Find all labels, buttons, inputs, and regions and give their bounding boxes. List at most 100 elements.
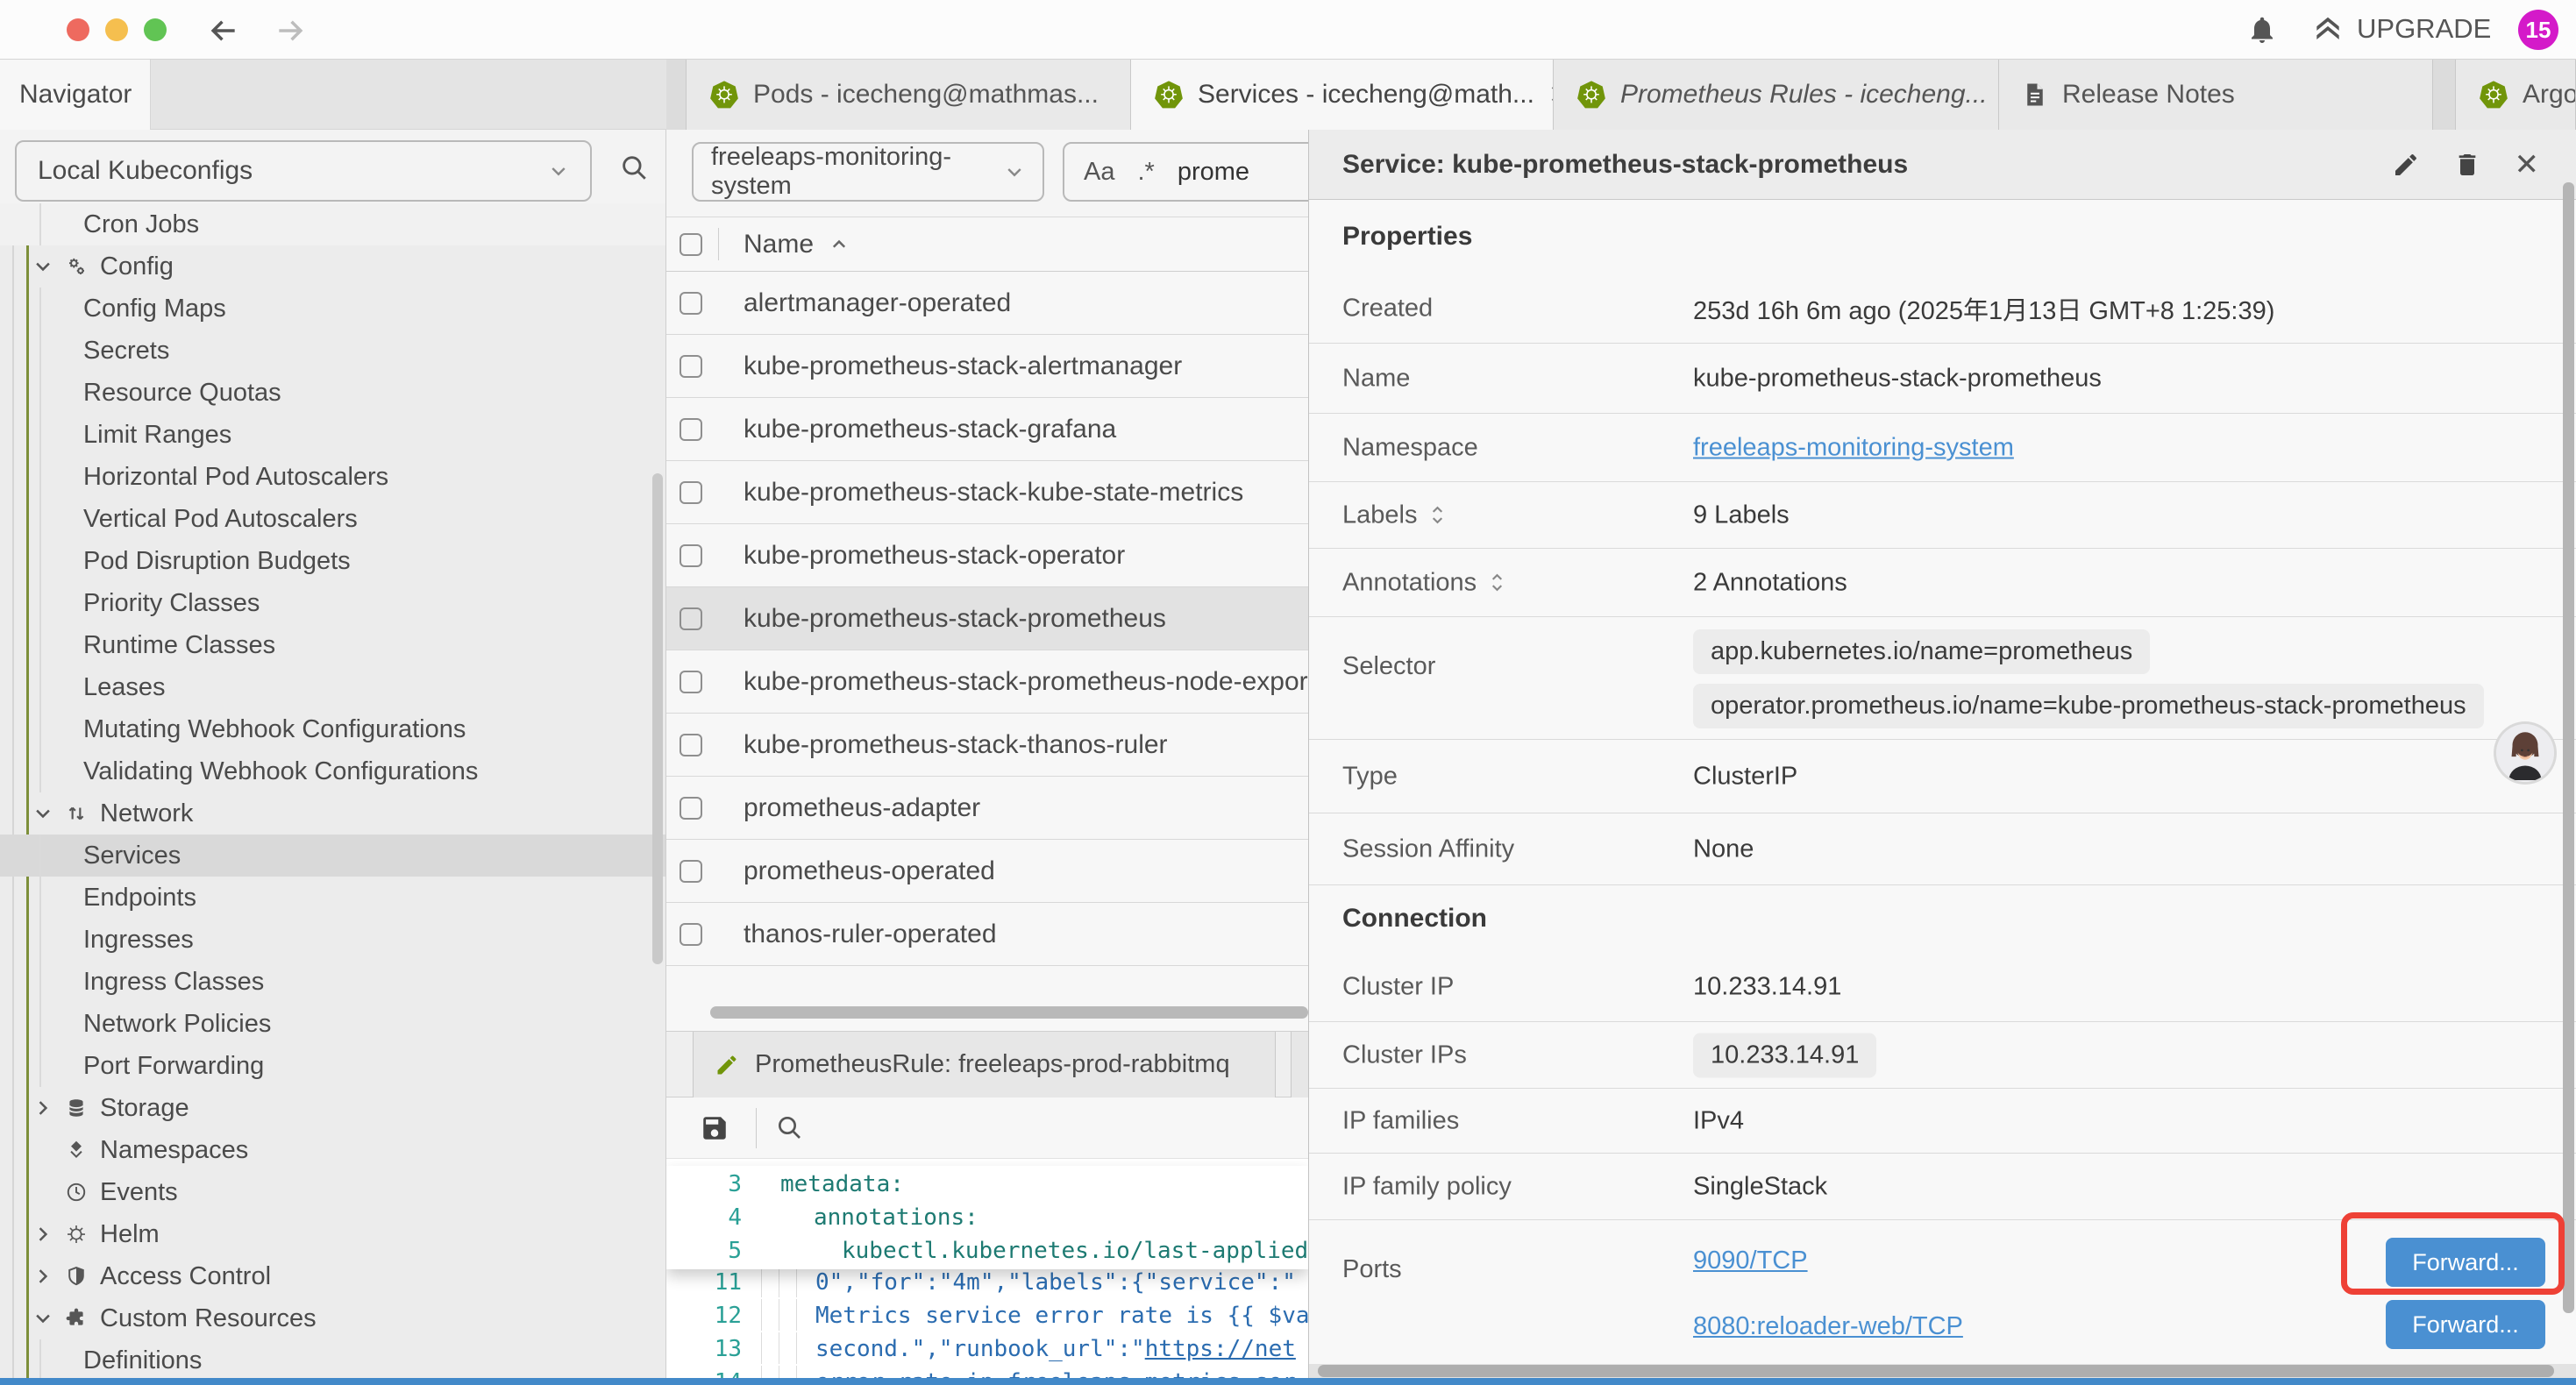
created-value: 253d 16h 6m ago (2025年1月13日 GMT+8 1:25:3… — [1693, 290, 2274, 327]
chevron-right-icon[interactable] — [33, 1225, 53, 1244]
sidebar-item-resource-quotas[interactable]: Resource Quotas — [0, 372, 665, 414]
chevron-down-icon[interactable] — [33, 804, 53, 823]
sidebar-item-vertical-pod-autoscalers[interactable]: Vertical Pod Autoscalers — [0, 498, 665, 540]
edit-pencil-icon[interactable] — [2392, 151, 2420, 179]
sidebar-item-config-maps[interactable]: Config Maps — [0, 288, 665, 330]
minimize-light[interactable] — [105, 18, 128, 41]
sidebar-item-ingress-classes[interactable]: Ingress Classes — [0, 961, 665, 1003]
zoom-light[interactable] — [144, 18, 167, 41]
drawer-vertical-scrollbar[interactable] — [2563, 182, 2574, 1313]
editor-tab-partial[interactable] — [1291, 1032, 1308, 1097]
table-row[interactable]: prometheus-operated — [666, 840, 1308, 903]
tab-navigator[interactable]: Navigator — [0, 60, 151, 130]
regex-toggle[interactable]: .* — [1137, 158, 1154, 187]
sidebar-item-events[interactable]: Events — [0, 1171, 665, 1213]
drawer-horizontal-scrollbar[interactable] — [1309, 1364, 2576, 1378]
search-input[interactable]: Aa .* prome — [1063, 142, 1308, 202]
sidebar-item-endpoints[interactable]: Endpoints — [0, 877, 665, 919]
sidebar-scrollbar[interactable] — [652, 473, 663, 964]
row-checkbox[interactable] — [680, 418, 702, 441]
sidebar-item-leases[interactable]: Leases — [0, 666, 665, 708]
row-checkbox[interactable] — [680, 797, 702, 820]
sidebar-item-network[interactable]: Network — [0, 792, 665, 835]
sidebar-item-network-policies[interactable]: Network Policies — [0, 1003, 665, 1045]
namespace-select[interactable]: freeleaps-monitoring-system — [692, 142, 1044, 202]
table-row[interactable]: kube-prometheus-stack-operator — [666, 524, 1308, 587]
chevron-right-icon[interactable] — [33, 1098, 53, 1118]
search-icon[interactable] — [775, 1113, 803, 1141]
sidebar-item-limit-ranges[interactable]: Limit Ranges — [0, 414, 665, 456]
table-row[interactable]: kube-prometheus-stack-alertmanager — [666, 335, 1308, 398]
sidebar-item-storage[interactable]: Storage — [0, 1087, 665, 1129]
row-checkbox[interactable] — [680, 292, 702, 315]
chevron-down-icon[interactable] — [33, 1309, 53, 1328]
match-case-toggle[interactable]: Aa — [1084, 158, 1114, 187]
table-row[interactable]: alertmanager-operated — [666, 272, 1308, 335]
sidebar-item-pod-disruption-budgets[interactable]: Pod Disruption Budgets — [0, 540, 665, 582]
expand-updown-icon[interactable] — [1491, 572, 1504, 593]
forward-button[interactable]: Forward... — [2386, 1300, 2545, 1349]
port-link[interactable]: 9090/TCP — [1693, 1246, 1808, 1275]
table-row[interactable]: kube-prometheus-stack-prometheus-node-ex… — [666, 650, 1308, 714]
row-checkbox[interactable] — [680, 481, 702, 504]
row-checkbox[interactable] — [680, 734, 702, 756]
row-checkbox[interactable] — [680, 544, 702, 567]
table-row[interactable]: thanos-ruler-operated — [666, 903, 1308, 966]
save-icon[interactable] — [700, 1113, 729, 1143]
sidebar-item-port-forwarding[interactable]: Port Forwarding — [0, 1045, 665, 1087]
tab-release-notes[interactable]: Release Notes — [1999, 60, 2433, 130]
table-row[interactable]: kube-prometheus-stack-grafana — [666, 398, 1308, 461]
expand-updown-icon[interactable] — [1431, 505, 1444, 526]
editor-tab-prometheusrule[interactable]: PrometheusRule: freeleaps-prod-rabbitmq — [693, 1032, 1276, 1097]
sidebar-item-ingresses[interactable]: Ingresses — [0, 919, 665, 961]
close-light[interactable] — [67, 18, 89, 41]
sidebar-item-definitions[interactable]: Definitions — [0, 1339, 665, 1378]
tab-argo[interactable]: Argo Se — [2455, 60, 2576, 130]
row-checkbox[interactable] — [680, 355, 702, 378]
sidebar-item-validating-webhook-configurations[interactable]: Validating Webhook Configurations — [0, 750, 665, 792]
sidebar-item-services[interactable]: Services — [0, 835, 665, 877]
sidebar-item-runtime-classes[interactable]: Runtime Classes — [0, 624, 665, 666]
sidebar-item-access-control[interactable]: Access Control — [0, 1255, 665, 1297]
trash-icon[interactable] — [2453, 151, 2481, 179]
sidebar-item-config[interactable]: Config — [0, 245, 665, 288]
notification-badge[interactable]: 15 — [2518, 10, 2558, 50]
row-checkbox[interactable] — [680, 607, 702, 630]
sidebar-item-priority-classes[interactable]: Priority Classes — [0, 582, 665, 624]
sidebar-item-custom-resources[interactable]: Custom Resources — [0, 1297, 665, 1339]
select-all-checkbox[interactable] — [680, 233, 702, 256]
back-icon[interactable] — [207, 14, 240, 47]
row-checkbox[interactable] — [680, 671, 702, 693]
tab-services[interactable]: Services - icecheng@math... ✕ — [1131, 60, 1554, 130]
yaml-editor[interactable]: 11 0","for":"4m","labels":{"service":" 1… — [666, 1159, 1308, 1378]
upgrade-button[interactable]: UPGRADE — [2311, 12, 2491, 46]
row-name: prometheus-adapter — [744, 793, 980, 823]
chevron-right-icon[interactable] — [33, 1267, 53, 1286]
table-row[interactable]: prometheus-adapter — [666, 777, 1308, 840]
row-checkbox[interactable] — [680, 860, 702, 883]
port-link[interactable]: 8080:reloader-web/TCP — [1693, 1312, 1963, 1341]
sidebar-item-helm[interactable]: Helm — [0, 1213, 665, 1255]
sidebar-item-horizontal-pod-autoscalers[interactable]: Horizontal Pod Autoscalers — [0, 456, 665, 498]
table-row[interactable]: kube-prometheus-stack-thanos-ruler — [666, 714, 1308, 777]
sidebar-item-cron-jobs[interactable]: Cron Jobs — [0, 203, 665, 245]
search-icon[interactable] — [619, 153, 649, 182]
namespace-link[interactable]: freeleaps-monitoring-system — [1693, 433, 2014, 462]
sidebar-item-namespaces[interactable]: Namespaces — [0, 1129, 665, 1171]
tab-pods[interactable]: Pods - icecheng@mathmas... — [686, 60, 1131, 130]
table-row[interactable]: kube-prometheus-stack-kube-state-metrics — [666, 461, 1308, 524]
sidebar-item-mutating-webhook-configurations[interactable]: Mutating Webhook Configurations — [0, 708, 665, 750]
table-row[interactable]: kube-prometheus-stack-prometheus — [666, 587, 1308, 650]
sidebar-item-secrets[interactable]: Secrets — [0, 330, 665, 372]
chevron-down-icon[interactable] — [33, 257, 53, 276]
row-checkbox[interactable] — [680, 923, 702, 946]
tab-prometheus-rules[interactable]: Prometheus Rules - icecheng... — [1554, 60, 1999, 130]
close-icon[interactable]: ✕ — [2515, 147, 2540, 182]
avatar[interactable] — [2496, 724, 2554, 782]
list-horizontal-scrollbar[interactable] — [710, 1006, 1308, 1019]
forward-icon[interactable] — [274, 14, 307, 47]
name-column-header[interactable]: Name — [744, 230, 814, 259]
kubeconfig-select[interactable]: Local Kubeconfigs — [15, 140, 592, 202]
sort-ascending-icon[interactable] — [829, 235, 849, 254]
bell-icon[interactable] — [2246, 14, 2278, 46]
